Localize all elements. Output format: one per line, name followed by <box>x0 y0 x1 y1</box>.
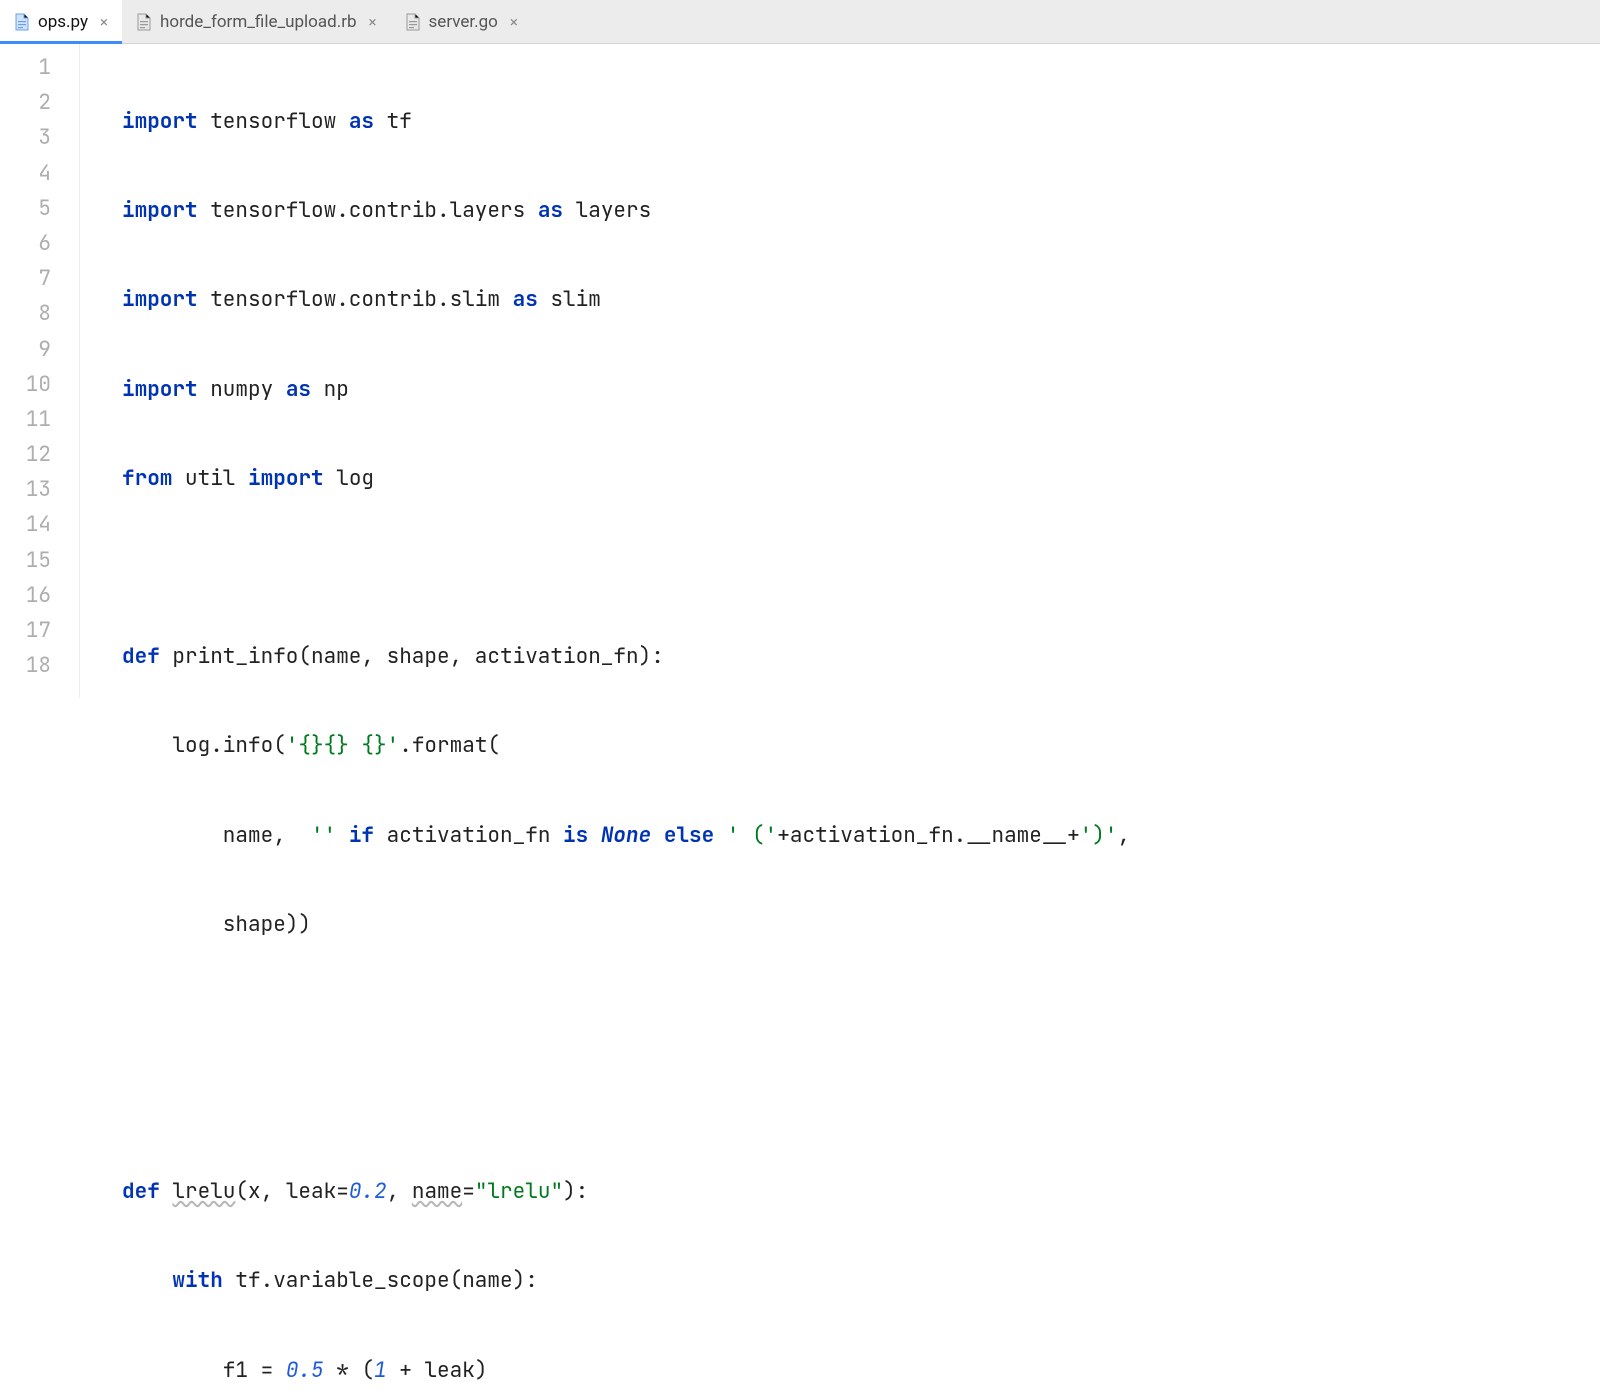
code-line: from util import log <box>122 461 1600 496</box>
close-icon[interactable]: × <box>369 13 377 31</box>
close-icon[interactable]: × <box>100 13 108 31</box>
file-icon <box>14 13 30 31</box>
tab-bar: ops.py × horde_form_file_upload.rb × ser… <box>0 0 1600 44</box>
close-icon[interactable]: × <box>510 13 518 31</box>
line-number: 8 <box>0 296 79 331</box>
line-number: 15 <box>0 543 79 578</box>
line-number: 16 <box>0 578 79 613</box>
tab-label: horde_form_file_upload.rb <box>160 12 357 32</box>
code-line: import numpy as np <box>122 372 1600 407</box>
tab-label: ops.py <box>38 12 88 32</box>
line-number: 13 <box>0 472 79 507</box>
code-line <box>122 1085 1600 1120</box>
code-line: import tensorflow.contrib.slim as slim <box>122 282 1600 317</box>
code-line <box>122 996 1600 1031</box>
code-area[interactable]: import tensorflow as tf import tensorflo… <box>80 44 1600 698</box>
editor: 123456789101112131415161718 import tenso… <box>0 44 1600 698</box>
code-line: with tf.variable_scope(name): <box>122 1263 1600 1298</box>
line-number: 12 <box>0 437 79 472</box>
line-number: 17 <box>0 613 79 648</box>
line-number: 2 <box>0 85 79 120</box>
line-number: 9 <box>0 332 79 367</box>
line-number: 3 <box>0 120 79 155</box>
gutter: 123456789101112131415161718 <box>0 44 80 698</box>
file-icon <box>136 13 152 31</box>
tab-server-go[interactable]: server.go × <box>391 0 532 43</box>
code-line <box>122 550 1600 585</box>
code-line: log.info('{}{} {}'.format( <box>122 728 1600 763</box>
code-line: name, '' if activation_fn is None else '… <box>122 818 1600 853</box>
line-number: 18 <box>0 648 79 683</box>
code-line: f1 = 0.5 * (1 + leak) <box>122 1353 1600 1388</box>
code-line: def print_info(name, shape, activation_f… <box>122 639 1600 674</box>
line-number: 11 <box>0 402 79 437</box>
line-number: 14 <box>0 507 79 542</box>
line-number: 5 <box>0 191 79 226</box>
file-icon <box>405 13 421 31</box>
line-number: 6 <box>0 226 79 261</box>
tab-ops-py[interactable]: ops.py × <box>0 0 122 43</box>
code-line: def lrelu(x, leak=0.2, name="lrelu"): <box>122 1174 1600 1209</box>
line-number: 1 <box>0 50 79 85</box>
code-line: shape)) <box>122 907 1600 942</box>
tab-horde-rb[interactable]: horde_form_file_upload.rb × <box>122 0 391 43</box>
line-number: 7 <box>0 261 79 296</box>
line-number: 10 <box>0 367 79 402</box>
line-number: 4 <box>0 156 79 191</box>
code-line: import tensorflow as tf <box>122 104 1600 139</box>
code-line: import tensorflow.contrib.layers as laye… <box>122 193 1600 228</box>
tab-label: server.go <box>429 12 498 32</box>
